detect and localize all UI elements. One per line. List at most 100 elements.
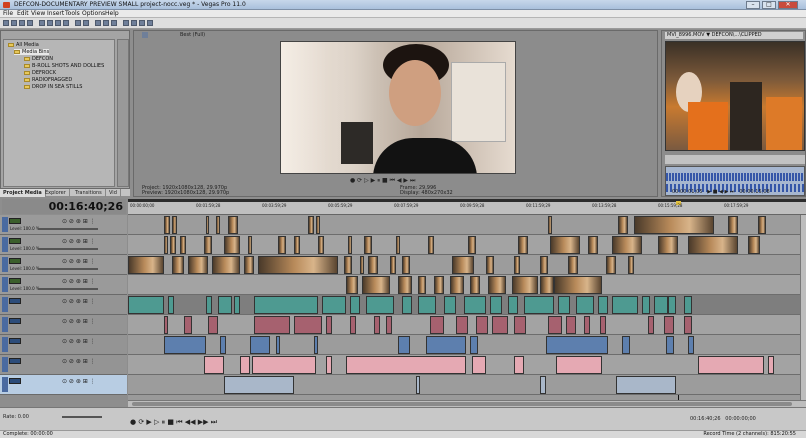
audio-clip[interactable] <box>472 356 486 374</box>
video-clip[interactable] <box>398 276 412 294</box>
playback-rate[interactable]: Rate: 0.00 <box>3 414 29 420</box>
audio-clip[interactable] <box>234 296 240 314</box>
video-clip[interactable] <box>206 216 209 234</box>
video-clip[interactable] <box>164 216 170 234</box>
video-clip[interactable] <box>170 236 176 254</box>
track-lane-5[interactable] <box>128 295 800 315</box>
audio-clip[interactable] <box>684 296 692 314</box>
track-level-slider[interactable] <box>38 288 98 290</box>
paste-icon[interactable] <box>63 20 69 26</box>
video-clip[interactable] <box>468 236 476 254</box>
audio-clip[interactable] <box>666 336 674 354</box>
trimmer-media-select[interactable]: MVI_8996.MOV ▼ DEFCON\...\CLIPPED <box>665 32 803 39</box>
menu-view[interactable]: View <box>31 10 45 18</box>
track-controls-icons[interactable]: ⊙ ⊘ ⊛ ⊞ ⋮ <box>62 278 96 285</box>
timeline-horizontal-scrollbar[interactable] <box>128 400 806 407</box>
audio-clip[interactable] <box>184 316 192 334</box>
track-controls-icons[interactable]: ⊙ ⊘ ⊛ ⊞ ⋮ <box>62 238 96 245</box>
audio-clip[interactable] <box>350 316 356 334</box>
video-clip[interactable] <box>402 256 410 274</box>
video-clip[interactable] <box>362 276 390 294</box>
audio-clip[interactable] <box>456 316 468 334</box>
audio-clip[interactable] <box>464 296 486 314</box>
audio-clip[interactable] <box>598 296 608 314</box>
menu-tools[interactable]: Tools <box>65 10 80 18</box>
audio-clip[interactable] <box>622 336 630 354</box>
audio-clip[interactable] <box>350 296 360 314</box>
enable-snapping-icon[interactable] <box>95 20 101 26</box>
tree-node-defrock[interactable]: DEFROCK <box>24 70 56 76</box>
trimmer-transport-controls[interactable]: ▶ ■ ◀ ▶ ⏭ <box>707 189 734 195</box>
audio-clip[interactable] <box>326 356 332 374</box>
video-clip[interactable] <box>212 256 240 274</box>
audio-clip[interactable] <box>206 296 212 314</box>
video-clip[interactable] <box>244 256 254 274</box>
audio-clip[interactable] <box>642 296 650 314</box>
preview-settings-icon[interactable] <box>142 32 148 38</box>
video-clip[interactable] <box>758 216 766 234</box>
video-clip[interactable] <box>278 236 286 254</box>
track-controls-icons[interactable]: ⊙ ⊘ ⊛ ⊞ ⋮ <box>62 218 96 225</box>
video-clip[interactable] <box>514 256 520 274</box>
lock-envelopes-icon[interactable] <box>111 20 117 26</box>
copy-icon[interactable] <box>55 20 61 26</box>
new-project-icon[interactable] <box>3 20 9 26</box>
audio-clip[interactable] <box>322 296 346 314</box>
tree-node-media-bins[interactable]: Media Bins <box>14 49 50 55</box>
open-icon[interactable] <box>11 20 17 26</box>
video-clip[interactable] <box>294 236 300 254</box>
audio-clip[interactable] <box>254 316 290 334</box>
video-clip[interactable] <box>188 256 208 274</box>
track-controls-icons[interactable]: ⊙ ⊘ ⊛ ⊞ ⋮ <box>62 378 96 385</box>
audio-clip[interactable] <box>426 336 466 354</box>
video-clip[interactable] <box>128 256 164 274</box>
track-lane-6[interactable] <box>128 315 800 335</box>
video-clip[interactable] <box>164 236 168 254</box>
audio-clip[interactable] <box>208 316 218 334</box>
video-clip[interactable] <box>486 256 494 274</box>
track-controls-icons[interactable]: ⊙ ⊘ ⊛ ⊞ ⋮ <box>62 258 96 265</box>
tree-node-drop-in-sea[interactable]: DROP IN SEA STILLS <box>24 84 82 90</box>
audio-clip[interactable] <box>386 316 392 334</box>
audio-clip[interactable] <box>402 296 412 314</box>
audio-clip[interactable] <box>240 356 250 374</box>
scrollbar-thumb[interactable] <box>132 402 792 406</box>
audio-clip[interactable] <box>768 356 774 374</box>
tab-project-media[interactable]: Project Media <box>0 189 46 197</box>
video-clip[interactable] <box>204 236 212 254</box>
track-lane-8[interactable] <box>128 355 800 375</box>
tab-transitions[interactable]: Transitions <box>72 189 106 197</box>
video-clip[interactable] <box>688 236 738 254</box>
video-clip[interactable] <box>180 236 186 254</box>
audio-clip[interactable] <box>164 336 206 354</box>
media-bin-tree[interactable]: All Media Media Bins DEFCON B-ROLL SHOTS… <box>3 39 115 187</box>
audio-clip[interactable] <box>548 316 562 334</box>
audio-clip[interactable] <box>164 316 168 334</box>
video-clip[interactable] <box>364 236 372 254</box>
close-button[interactable]: ✕ <box>778 1 798 9</box>
video-clip[interactable] <box>360 256 364 274</box>
audio-clip[interactable] <box>524 296 554 314</box>
audio-clip[interactable] <box>668 296 676 314</box>
track-header-4[interactable]: Level: 100.0 % ⊙ ⊘ ⊛ ⊞ ⋮ <box>0 275 127 295</box>
track-header-3[interactable]: Level: 100.0 % ⊙ ⊘ ⊛ ⊞ ⋮ <box>0 255 127 275</box>
video-clip[interactable] <box>368 256 378 274</box>
video-clip[interactable] <box>172 216 177 234</box>
video-clip[interactable] <box>554 276 602 294</box>
video-clip[interactable] <box>628 256 634 274</box>
video-clip[interactable] <box>606 256 616 274</box>
audio-clip[interactable] <box>470 336 478 354</box>
preview-transport-controls[interactable]: ● ⟳ ▷ ▶ ⏸ ■ ⏮ ◀ ▶ ⏭ <box>350 177 415 185</box>
track-controls-icons[interactable]: ⊙ ⊘ ⊛ ⊞ ⋮ <box>62 318 96 325</box>
audio-clip[interactable] <box>576 296 594 314</box>
audio-clip[interactable] <box>612 296 638 314</box>
menu-edit[interactable]: Edit <box>17 10 29 18</box>
audio-clip[interactable] <box>250 336 270 354</box>
tab-explorer[interactable]: Explorer <box>42 189 70 197</box>
audio-clip[interactable] <box>314 336 318 354</box>
minimize-button[interactable]: – <box>746 1 760 9</box>
audio-clip[interactable] <box>416 376 420 394</box>
timeline-ruler[interactable]: 00:00:00;00 00:01:59;28 00:03:59;29 00:0… <box>128 199 806 215</box>
audio-clip[interactable] <box>584 316 590 334</box>
audio-clip[interactable] <box>476 316 488 334</box>
